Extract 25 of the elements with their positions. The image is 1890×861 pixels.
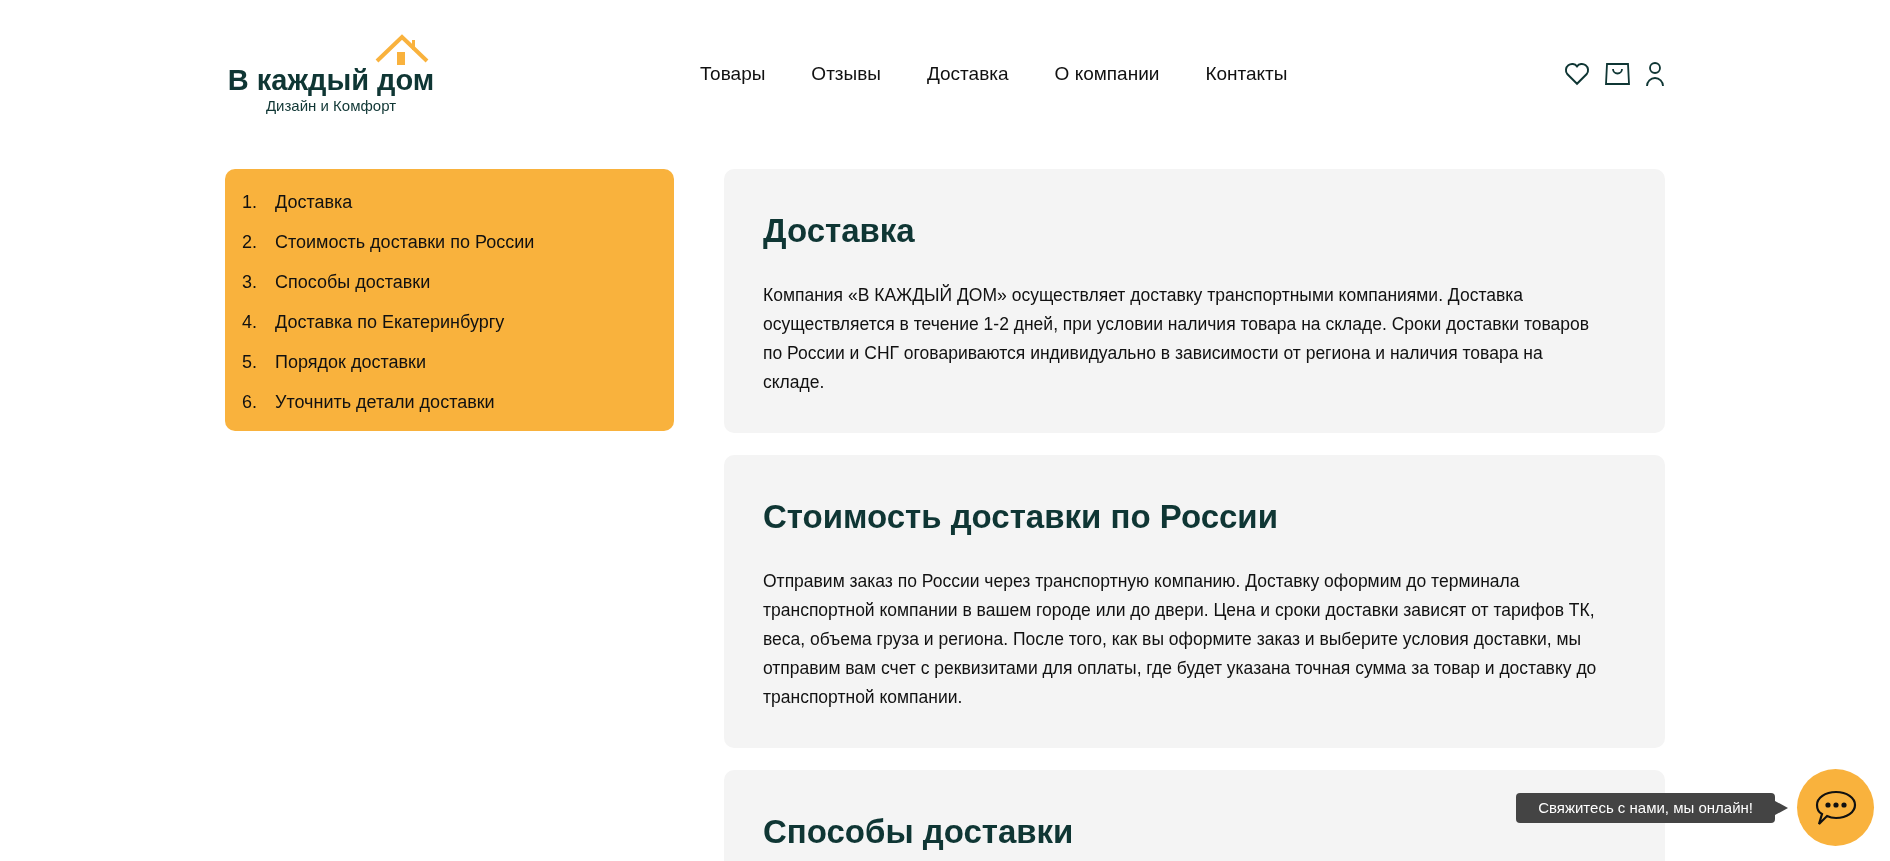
heart-icon[interactable] — [1564, 62, 1590, 86]
section-heading: Доставка — [763, 211, 915, 251]
contents-link[interactable]: 6. Уточнить детали доставки — [242, 389, 657, 415]
house-roof-icon — [375, 33, 429, 66]
contents-link[interactable]: 4. Доставка по Екатеринбургу — [242, 309, 657, 335]
section-text: Отправим заказ по России через транспортную компанию. Доставку оформим до терминала транспортной компании в вашем городе или до двери. Цена и сроки доставки зависят от тарифов ТК, веса, объема груза и региона. После того, как вы оформите заказ и выберите условия доставки, мы отправим вам счет с реквизитами для оплаты, где будет указана точная сумма за товар и доставку до транспортной компании. — [763, 570, 1598, 709]
nav-link[interactable]: О компании — [1054, 59, 1160, 89]
speech-bubble-icon — [1813, 788, 1858, 827]
logo-subtitle: Дизайн и Комфорт — [265, 97, 397, 113]
contents-link[interactable]: 2. Стоимость доставки по России — [242, 229, 657, 255]
contents-link[interactable]: 5. Порядок доставки — [242, 349, 657, 375]
chat-tooltip: Свяжитесь с нами, мы онлайн! — [1516, 792, 1775, 823]
section-heading: Способы доставки — [763, 812, 1074, 852]
section-heading: Стоимость доставки по России — [763, 497, 1278, 537]
logo[interactable]: В каждый дом Дизайн и Комфорт — [225, 35, 437, 113]
nav-link[interactable]: Товары — [700, 59, 766, 89]
section-text: Компания «В КАЖДЫЙ ДОМ» осуществляет доставку транспортными компаниями. Доставка осуществляется в течение 1-2 дней, при условии наличия товара на складе. Сроки доставки товаров по России и СНГ оговариваются индивидуально в зависимости от региона и наличия товара на складе. — [763, 283, 1591, 394]
nav-link[interactable]: Доставка — [926, 59, 1009, 89]
nav-link[interactable]: Отзывы — [811, 59, 881, 89]
shopping-bag-icon[interactable] — [1604, 62, 1631, 86]
user-icon[interactable] — [1645, 61, 1665, 87]
contents-link[interactable]: 1. Доставка — [242, 189, 657, 215]
contents-link[interactable]: 3. Способы доставки — [242, 269, 657, 295]
nav-link[interactable]: Контакты — [1205, 59, 1288, 89]
logo-title: В каждый дом — [227, 65, 435, 95]
